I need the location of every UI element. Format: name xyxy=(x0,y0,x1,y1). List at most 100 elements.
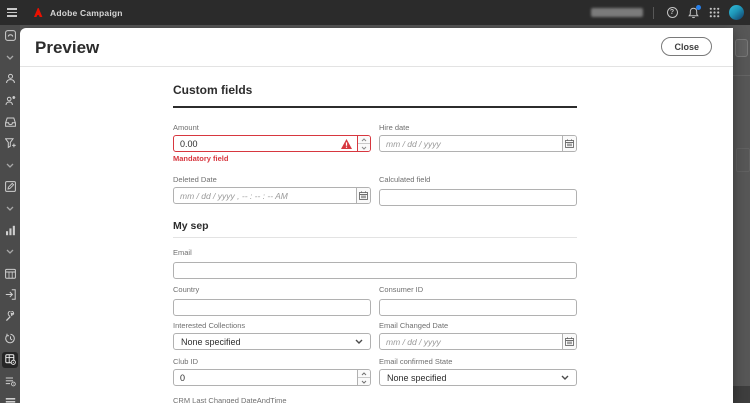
stepper-up-button[interactable] xyxy=(358,370,370,378)
field-label: Email Changed Date xyxy=(379,321,577,330)
sidebar-item-custom-fields-selected[interactable] xyxy=(0,349,20,371)
page-title: Preview xyxy=(35,38,99,58)
close-button[interactable]: Close xyxy=(661,37,712,56)
stepper-down-button[interactable] xyxy=(358,378,370,385)
user-avatar[interactable] xyxy=(729,5,744,20)
form-row: Interested Collections None specified Em… xyxy=(173,321,577,350)
field-email-confirmed-state: Email confirmed State None specified xyxy=(379,357,577,386)
country-input[interactable] xyxy=(173,299,371,316)
club-id-input-group xyxy=(173,369,371,386)
error-message: Mandatory field xyxy=(173,154,228,163)
field-email: Email xyxy=(173,248,577,279)
field-consumer-id: Consumer ID xyxy=(379,285,577,316)
sidebar-item-schedule[interactable] xyxy=(0,263,20,285)
field-label-crm-last-changed: CRM Last Changed DateAndTime xyxy=(173,396,287,403)
deleted-date-input[interactable] xyxy=(174,188,356,203)
sidebar-item-filters[interactable] xyxy=(0,133,20,155)
notifications-bell-icon[interactable] xyxy=(684,4,702,22)
dimmed-background-divider xyxy=(733,75,750,76)
field-country: Country xyxy=(173,285,371,316)
sidebar-item-dashboard[interactable] xyxy=(0,25,20,47)
field-label: Amount xyxy=(173,123,371,132)
calculated-field-input[interactable] xyxy=(379,189,577,206)
chevron-down-icon xyxy=(355,339,363,344)
sidebar-item-imports[interactable] xyxy=(0,284,20,306)
club-id-stepper xyxy=(357,370,370,385)
sidebar-item-segments[interactable] xyxy=(0,90,20,112)
amount-input-group xyxy=(173,135,371,152)
field-deleted-date: Deleted Date xyxy=(173,175,371,206)
selected-value: None specified xyxy=(387,373,447,383)
dimmed-background-button xyxy=(735,39,748,57)
field-calculated: Calculated field xyxy=(379,175,577,206)
section-heading-custom-fields: Custom fields xyxy=(173,83,252,97)
org-name-redacted xyxy=(591,8,643,17)
field-label: Email confirmed State xyxy=(379,357,577,366)
chevron-down-icon[interactable] xyxy=(0,241,20,263)
topbar-divider xyxy=(653,7,654,19)
selected-value: None specified xyxy=(181,337,241,347)
chevron-down-icon xyxy=(561,375,569,380)
amount-stepper xyxy=(357,136,370,151)
calendar-icon[interactable] xyxy=(356,188,370,203)
form-content: Custom fields Amount Hire date xyxy=(173,28,577,403)
stepper-up-button[interactable] xyxy=(358,136,370,144)
field-label: Consumer ID xyxy=(379,285,577,294)
hamburger-menu-icon[interactable] xyxy=(2,0,22,25)
form-row: Club ID Email confirmed State None speci… xyxy=(173,357,577,386)
left-nav-rail xyxy=(0,25,20,403)
sidebar-item-forms[interactable] xyxy=(0,176,20,198)
notification-dot xyxy=(696,5,701,10)
help-icon[interactable]: ? xyxy=(663,4,681,22)
interested-collections-select[interactable]: None specified xyxy=(173,333,371,350)
calendar-icon[interactable] xyxy=(562,136,576,151)
email-changed-date-input[interactable] xyxy=(380,334,562,349)
field-label: Calculated field xyxy=(379,175,577,184)
chevron-down-icon[interactable] xyxy=(0,198,20,220)
field-label: Country xyxy=(173,285,371,294)
field-label: Hire date xyxy=(379,123,577,132)
field-label: Interested Collections xyxy=(173,321,371,330)
form-row: Email xyxy=(173,248,577,279)
stepper-down-button[interactable] xyxy=(358,144,370,151)
consumer-id-input[interactable] xyxy=(379,299,577,316)
hire-date-input[interactable] xyxy=(380,136,562,151)
amount-input[interactable] xyxy=(174,136,341,151)
app-title: Adobe Campaign xyxy=(50,8,123,18)
chevron-down-icon[interactable] xyxy=(0,155,20,177)
field-label: Email xyxy=(173,248,577,257)
dimmed-background-panel xyxy=(736,148,750,172)
sidebar-item-config-list[interactable] xyxy=(0,371,20,393)
form-row: Country Consumer ID xyxy=(173,285,577,316)
club-id-input[interactable] xyxy=(174,370,357,385)
sidebar-item-menu-list[interactable] xyxy=(0,392,20,403)
field-club-id: Club ID xyxy=(173,357,371,386)
sidebar-item-tools[interactable] xyxy=(0,306,20,328)
sidebar-item-reports[interactable] xyxy=(0,219,20,241)
hire-date-input-group xyxy=(379,135,577,152)
dimmed-background-footer xyxy=(733,386,750,403)
selected-item-highlight xyxy=(2,352,18,368)
app-switcher-grid-icon[interactable] xyxy=(705,4,723,22)
preview-modal: Preview Close Custom fields Amount xyxy=(20,28,733,403)
field-label: Club ID xyxy=(173,357,371,366)
field-label: Deleted Date xyxy=(173,175,371,184)
sidebar-item-deliveries[interactable] xyxy=(0,111,20,133)
adobe-logo xyxy=(34,8,44,17)
email-confirmed-state-select[interactable]: None specified xyxy=(379,369,577,386)
warning-icon xyxy=(341,136,357,151)
chevron-down-icon[interactable] xyxy=(0,47,20,69)
section-divider xyxy=(173,237,577,238)
field-email-changed-date: Email Changed Date xyxy=(379,321,577,350)
sidebar-item-history[interactable] xyxy=(0,327,20,349)
calendar-icon[interactable] xyxy=(562,334,576,349)
field-interested-collections: Interested Collections None specified xyxy=(173,321,371,350)
adobe-a-icon xyxy=(34,8,44,17)
email-input[interactable] xyxy=(173,262,577,279)
sidebar-item-profiles[interactable] xyxy=(0,68,20,90)
email-changed-date-input-group xyxy=(379,333,577,350)
form-row: Amount Hire date xyxy=(173,123,577,152)
field-hire-date: Hire date xyxy=(379,123,577,152)
form-row: Deleted Date Calculated field xyxy=(173,175,577,206)
top-bar: Adobe Campaign ? xyxy=(0,0,750,25)
